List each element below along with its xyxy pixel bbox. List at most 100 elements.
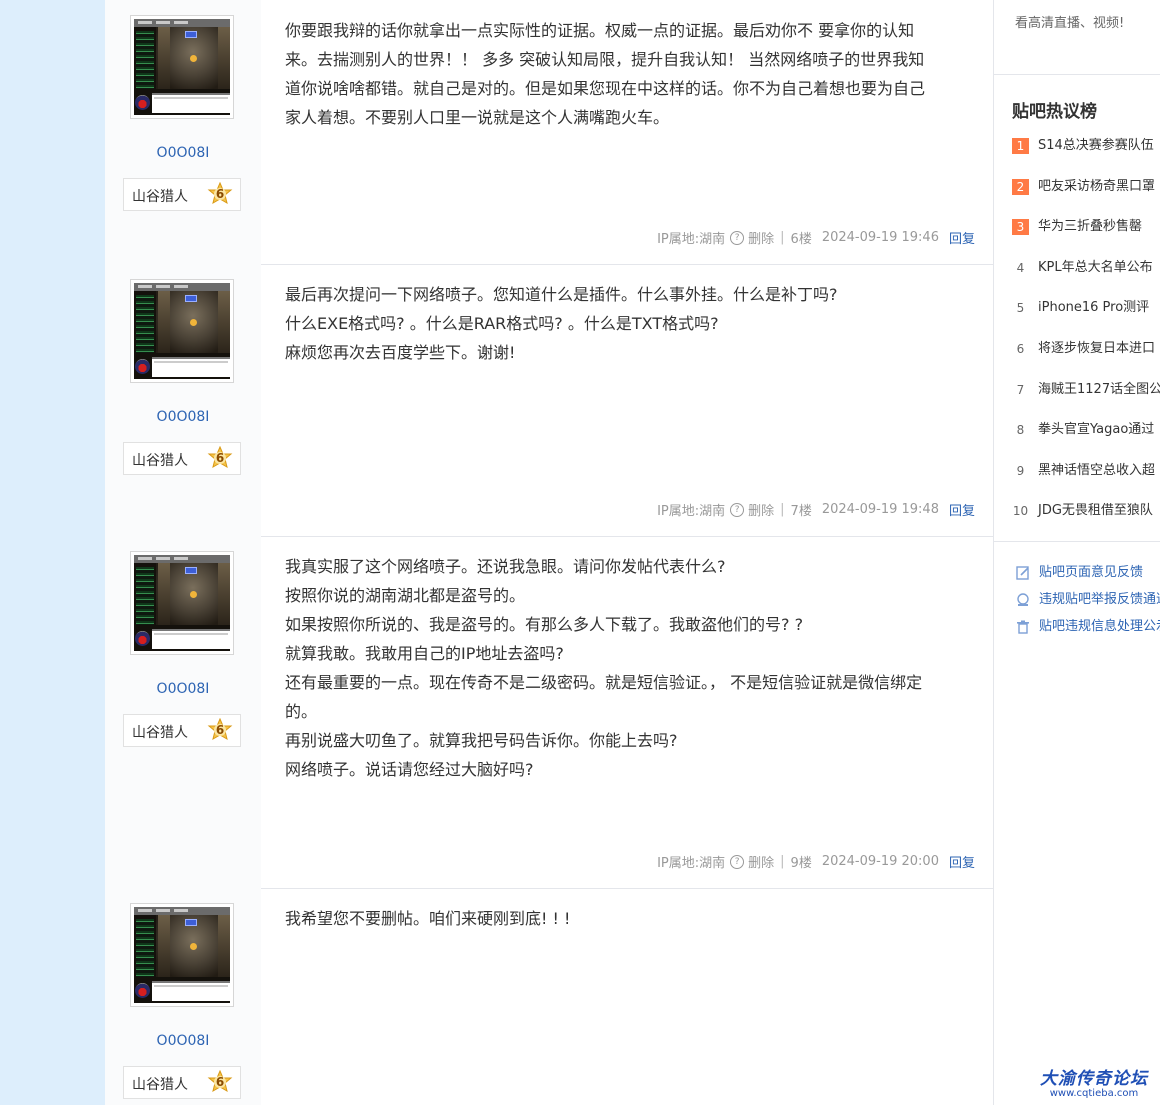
ip-location: IP属地:湖南 — [657, 232, 726, 247]
promo-text[interactable]: 看高清直播、视频! — [1015, 12, 1124, 31]
hot-item-title[interactable]: iPhone16 Pro测评 — [1038, 298, 1149, 318]
username-link[interactable]: O0O08I — [105, 409, 261, 425]
title-badge-label: 山谷猎人 — [132, 453, 188, 469]
hot-list-item[interactable]: 5 iPhone16 Pro测评 — [1012, 298, 1160, 318]
help-icon[interactable]: ? — [730, 854, 745, 869]
post-text-line: 来。去揣测别人的世界！！ 多多 突破认知局限，提升自我认知！ 当然网络喷子的世界… — [285, 50, 925, 69]
post-text-line: 最后再次提问一下网络喷子。您知道什么是插件。什么事外挂。什么是补丁吗? — [285, 285, 838, 304]
post-text-line: 我希望您不要删帖。咱们来硬刚到底! ! ! — [285, 909, 571, 928]
hot-item-title[interactable]: 黑神话悟空总收入超 — [1038, 461, 1155, 481]
author-column: O0O08I 山谷猎人 6 — [105, 536, 261, 888]
hot-rank: 4 — [1016, 260, 1025, 275]
reply-link[interactable]: 回复 — [949, 500, 975, 519]
user-title-badge[interactable]: 山谷猎人 6 — [123, 1066, 241, 1099]
hot-rank: 1 — [1012, 138, 1029, 154]
help-icon[interactable]: ? — [730, 230, 745, 245]
hot-list-item[interactable]: 3 华为三折叠秒售罄 — [1012, 217, 1160, 237]
hot-item-title[interactable]: 将逐步恢复日本进口 — [1038, 339, 1155, 359]
hot-rank: 10 — [1012, 504, 1029, 519]
ip-location: IP属地:湖南 — [657, 504, 726, 519]
avatar-image — [134, 907, 230, 1003]
user-title-badge[interactable]: 山谷猎人 6 — [123, 714, 241, 747]
username-link[interactable]: O0O08I — [105, 145, 261, 161]
feedback-link-label[interactable]: 贴吧违规信息处理公示 — [1039, 618, 1160, 636]
avatar[interactable] — [130, 551, 234, 655]
hot-item-title[interactable]: 海贼王1127话全图公开 — [1038, 380, 1160, 400]
post-content: 我希望您不要删帖。咱们来硬刚到底! ! ! — [285, 904, 965, 933]
post-text-line: 的。 — [285, 702, 318, 721]
post-text-line: 麻烦您再次去百度学些下。谢谢! — [285, 343, 516, 362]
hot-item-title[interactable]: JDG无畏租借至狼队 — [1038, 501, 1153, 521]
hot-list-item[interactable]: 4 KPL年总大名单公布 — [1012, 258, 1160, 278]
post-time: 2024-09-19 19:48 — [821, 502, 939, 517]
post-tail: IP属地:湖南? 删除 | 6楼 2024-09-19 19:46 回复 — [657, 228, 975, 247]
level-number: 6 — [215, 187, 225, 201]
hot-rank: 3 — [1012, 219, 1029, 236]
hot-list-item[interactable]: 6 将逐步恢复日本进口 — [1012, 339, 1160, 359]
post-text-line: 家人着想。不要别人口里一说就是这个人满嘴跑火车。 — [285, 108, 670, 127]
reply-link[interactable]: 回复 — [949, 852, 975, 871]
hot-item-title[interactable]: 拳头官宣Yagao通过 — [1038, 420, 1154, 440]
post-text-line: 再别说盛大叨鱼了。就算我把号码告诉你。你能上去吗? — [285, 731, 678, 750]
divider — [994, 74, 1160, 75]
watermark-title: 大渝传奇论坛 — [1040, 1069, 1148, 1089]
user-title-badge[interactable]: 山谷猎人 6 — [123, 442, 241, 475]
post-text-line: 还有最重要的一点。现在传奇不是二级密码。就是短信验证。， 不是短信验证就是微信绑… — [285, 673, 923, 692]
delete-link[interactable]: 删除 — [748, 500, 774, 519]
avatar[interactable] — [130, 15, 234, 119]
post-tail: IP属地:湖南? 删除 | 9楼 2024-09-19 20:00 回复 — [657, 852, 975, 871]
post-content: 我真实服了这个网络喷子。还说我急眼。请问你发帖代表什么? 按照你说的湖南湖北都是盗… — [285, 552, 965, 784]
separator: | — [780, 230, 785, 245]
post-time: 2024-09-19 20:00 — [821, 854, 939, 869]
hot-item-title[interactable]: 吧友采访杨奇黑口罩 — [1038, 177, 1155, 197]
hot-item-title[interactable]: 华为三折叠秒售罄 — [1038, 217, 1142, 237]
hot-list-item[interactable]: 10 JDG无畏租借至狼队 — [1012, 501, 1160, 521]
feedback-link-label[interactable]: 贴吧页面意见反馈 — [1039, 564, 1143, 582]
reply-link[interactable]: 回复 — [949, 228, 975, 247]
author-column: O0O08I 山谷猎人 6 — [105, 0, 261, 264]
post-text-line: 按照你说的湖南湖北都是盗号的。 — [285, 586, 526, 605]
post-text-line: 什么EXE格式吗? 。什么是RAR格式吗? 。什么是TXT格式吗? — [285, 314, 719, 333]
post-item: O0O08I 山谷猎人 6 最后再次提问一下网络喷子。您知道什么是插件。什么事外挂。什… — [105, 264, 993, 537]
help-icon[interactable]: ? — [730, 502, 745, 517]
level-badge-icon: 6 — [207, 182, 233, 208]
hot-item-title[interactable]: S14总决赛参赛队伍 — [1038, 136, 1154, 156]
hot-list-item[interactable]: 2 吧友采访杨奇黑口罩 — [1012, 177, 1160, 197]
hot-rank: 9 — [1016, 463, 1025, 478]
hot-rank: 6 — [1016, 342, 1025, 356]
avatar[interactable] — [130, 903, 234, 1007]
user-title-badge[interactable]: 山谷猎人 6 — [123, 178, 241, 211]
trash-icon — [1015, 619, 1031, 635]
delete-link[interactable]: 删除 — [748, 852, 774, 871]
level-badge-icon: 6 — [207, 718, 233, 744]
username-link[interactable]: O0O08I — [105, 1033, 261, 1049]
hot-list-item[interactable]: 8 拳头官宣Yagao通过 — [1012, 420, 1160, 440]
hot-item-title[interactable]: KPL年总大名单公布 — [1038, 258, 1153, 278]
edit-icon — [1015, 565, 1031, 581]
post-text-line: 就算我敢。我敢用自己的IP地址去盗吗? — [285, 644, 564, 663]
hot-list-item[interactable]: 9 黑神话悟空总收入超 — [1012, 461, 1160, 481]
username-link[interactable]: O0O08I — [105, 681, 261, 697]
post-time: 2024-09-19 19:46 — [821, 230, 939, 245]
hot-list-item[interactable]: 7 海贼王1127话全图公开 — [1012, 380, 1160, 400]
hot-rank: 2 — [1012, 178, 1029, 195]
feedback-link-label[interactable]: 违规贴吧举报反馈通道 — [1039, 591, 1160, 609]
post-text-line: 你要跟我辩的话你就拿出一点实际性的证据。权威一点的证据。最后劝你不 要拿你的认知 — [285, 21, 915, 40]
avatar[interactable] — [130, 279, 234, 383]
post-content: 最后再次提问一下网络喷子。您知道什么是插件。什么事外挂。什么是补丁吗? 什么EXE… — [285, 280, 965, 367]
separator: | — [780, 502, 785, 517]
separator: | — [780, 854, 785, 869]
delete-link[interactable]: 删除 — [748, 228, 774, 247]
avatar-image — [134, 555, 230, 651]
report-icon — [1015, 592, 1031, 608]
post-text-line: 如果按照你所说的、我是盗号的。有那么多人下载了。我敢盗他们的号? ? — [285, 615, 804, 634]
right-sidebar: 看高清直播、视频! 贴吧热议榜 1 S14总决赛参赛队伍 2 吧友采访杨奇黑口罩 3 华为… — [993, 0, 1160, 1105]
level-number: 6 — [215, 451, 225, 465]
post-item: O0O08I 山谷猎人 6 我希望您不要删帖。咱们来硬刚到底! ! ! — [105, 888, 993, 1105]
author-column: O0O08I 山谷猎人 6 — [105, 888, 261, 1105]
floor-number: 7楼 — [790, 504, 812, 519]
post-tail: IP属地:湖南? 删除 | 7楼 2024-09-19 19:48 回复 — [657, 500, 975, 519]
hot-list-item[interactable]: 1 S14总决赛参赛队伍 — [1012, 136, 1160, 156]
post-text-line: 我真实服了这个网络喷子。还说我急眼。请问你发帖代表什么? — [285, 557, 726, 576]
title-badge-label: 山谷猎人 — [132, 725, 188, 741]
